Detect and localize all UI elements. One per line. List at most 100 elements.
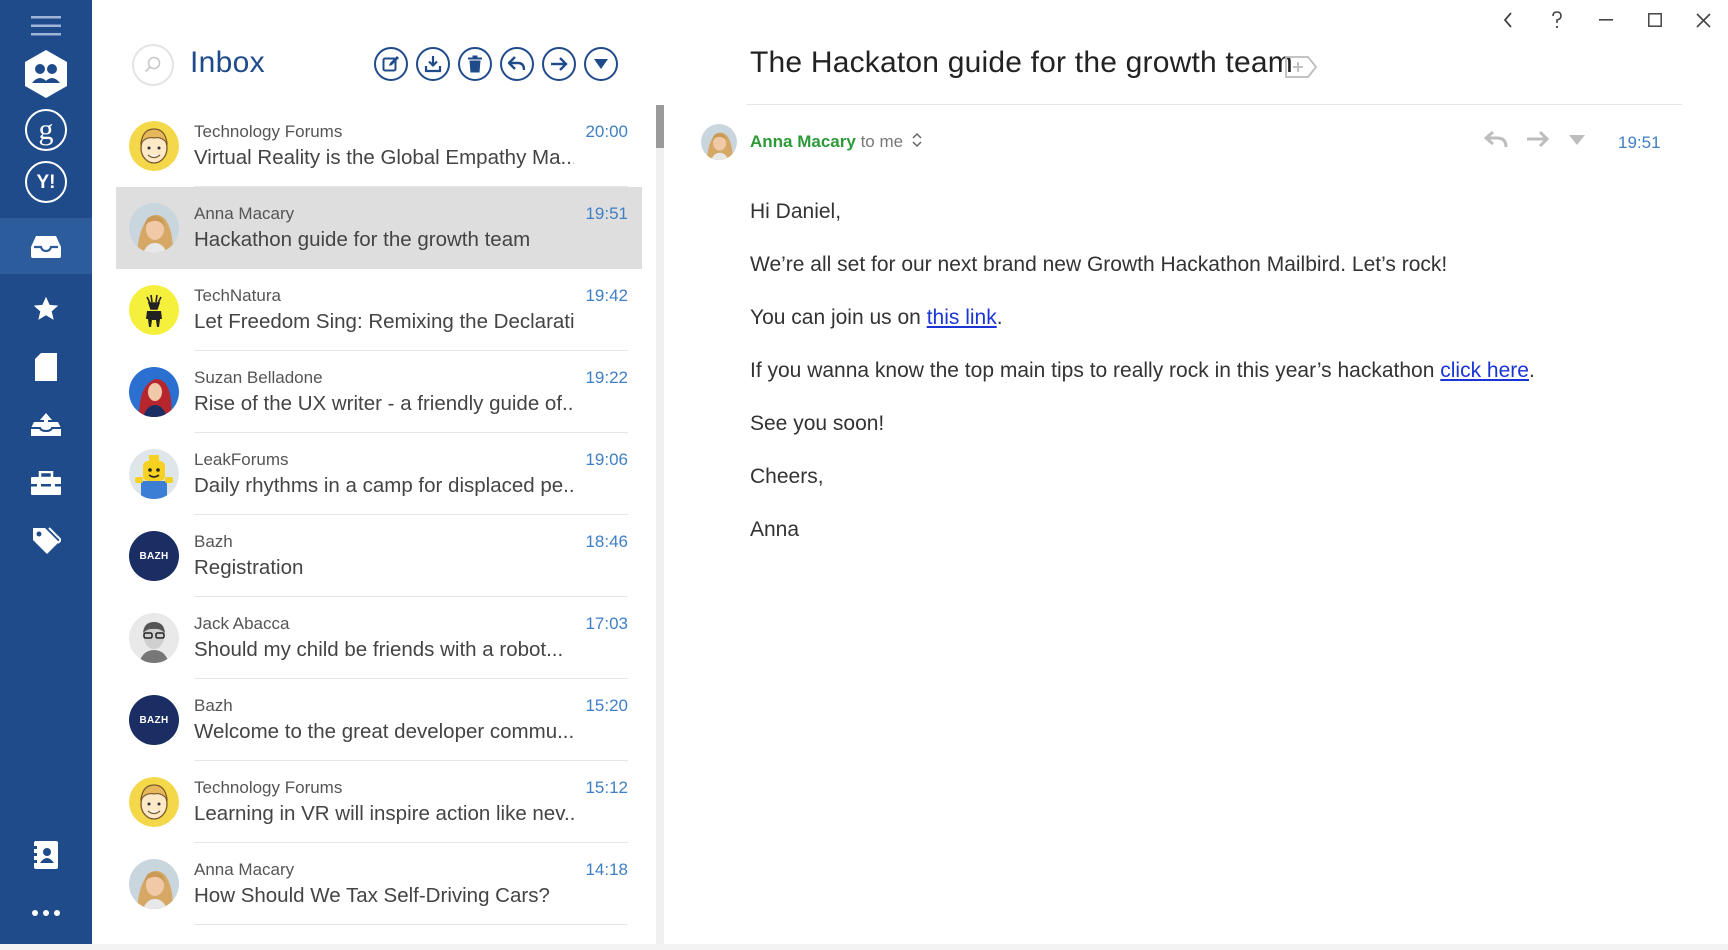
list-scrollbar[interactable] (656, 105, 664, 950)
sender: LeakForums (194, 450, 289, 469)
time: 18:46 (585, 532, 628, 551)
reply-icon[interactable] (500, 47, 534, 81)
list-item[interactable]: Anna Macary How Should We Tax Self-Drivi… (116, 843, 642, 925)
close-icon[interactable] (1679, 0, 1728, 40)
sent-icon[interactable] (0, 400, 92, 450)
more-icon[interactable] (0, 893, 92, 933)
message-body: Hi Daniel, We’re all set for our next br… (750, 200, 1535, 571)
avatar (129, 859, 179, 909)
body-text: You can join us on (750, 306, 927, 329)
subject: Hackathon guide for the growth team (194, 228, 531, 251)
toolbox-icon[interactable] (0, 458, 92, 508)
subject: How Should We Tax Self-Driving Cars? (194, 884, 550, 907)
sender: Jack Abacca (194, 614, 290, 633)
reading-pane: The Hackaton guide for the growth team A… (664, 0, 1728, 950)
divider (194, 924, 628, 925)
yahoo-account-glyph: Y! (25, 161, 67, 203)
avatar (129, 449, 179, 499)
body-line: If you wanna know the top main tips to r… (750, 359, 1535, 412)
join-link[interactable]: this link (927, 306, 997, 329)
contacts-icon[interactable] (0, 830, 92, 880)
time: 19:51 (585, 204, 628, 223)
list-item[interactable]: Technology Forums Virtual Reality is the… (116, 105, 642, 187)
body-line: See you soon! (750, 412, 885, 435)
dropdown-icon[interactable] (584, 47, 618, 81)
list-toolbar (374, 47, 618, 81)
list-item[interactable]: Jack Abacca Should my child be friends w… (116, 597, 642, 679)
sender-line: Anna Macary to me (750, 132, 922, 153)
time: 17:03 (585, 614, 628, 633)
add-label-icon[interactable] (1284, 55, 1318, 84)
sender: Technology Forums (194, 122, 343, 141)
delete-icon[interactable] (458, 47, 492, 81)
list-item[interactable]: BAZH Bazh Registration 18:46 (116, 515, 642, 597)
body-line: Cheers, (750, 465, 824, 488)
avatar (129, 367, 179, 417)
list-item[interactable]: Suzan Belladone Rise of the UX writer - … (116, 351, 642, 433)
list-item[interactable]: LeakForums Daily rhythms in a camp for d… (116, 433, 642, 515)
more-actions-icon[interactable] (1568, 133, 1586, 151)
inbox-icon[interactable] (0, 218, 92, 274)
star-icon[interactable] (0, 284, 92, 334)
download-icon[interactable] (416, 47, 450, 81)
sender-name[interactable]: Anna Macary (750, 132, 856, 151)
header-divider (746, 104, 1682, 105)
body-line: You can join us on this link. (750, 306, 1535, 359)
list-scrollbar-thumb[interactable] (656, 105, 664, 148)
forward-icon[interactable] (1526, 130, 1550, 153)
subject: Daily rhythms in a camp for displaced pe… (194, 474, 574, 497)
list-item-selected[interactable]: Anna Macary Hackathon guide for the grow… (116, 187, 642, 269)
document-icon[interactable] (0, 342, 92, 392)
time: 14:18 (585, 860, 628, 879)
avatar (701, 124, 737, 160)
body-text: . (1528, 359, 1535, 382)
google-account-icon[interactable]: g (0, 106, 92, 154)
sender: Anna Macary (194, 860, 295, 879)
tag-icon[interactable] (0, 516, 92, 568)
menu-icon[interactable] (0, 8, 92, 44)
minimize-icon[interactable] (1581, 0, 1630, 40)
subject: Virtual Reality is the Global Empathy Ma… (194, 146, 574, 169)
time: 15:20 (585, 696, 628, 715)
time: 19:22 (585, 368, 628, 387)
help-icon[interactable] (1532, 0, 1581, 40)
recipient: to me (860, 132, 904, 151)
subject: Welcome to the great developer commu... (194, 720, 574, 743)
time: 19:06 (585, 450, 628, 469)
sender: Bazh (194, 696, 233, 715)
folder-title: Inbox (190, 46, 265, 79)
back-icon[interactable] (1483, 0, 1532, 40)
yahoo-account-icon[interactable]: Y! (0, 158, 92, 206)
bottom-edge (0, 944, 1728, 950)
sidebar: g Y! (0, 0, 92, 950)
sender: Bazh (194, 532, 233, 551)
sender: Anna Macary (194, 204, 295, 223)
time: 20:00 (585, 122, 628, 141)
avatar (129, 121, 179, 171)
body-text: . (996, 306, 1003, 329)
subject: Should my child be friends with a robot.… (194, 638, 564, 661)
body-text: If you wanna know the top main tips to r… (750, 359, 1441, 382)
time: 19:42 (585, 286, 628, 305)
avatar (129, 203, 179, 253)
subject: Registration (194, 556, 304, 579)
body-signature: Anna (750, 518, 800, 541)
avatar: BAZH (129, 531, 179, 581)
list-item[interactable]: BAZH Bazh Welcome to the great developer… (116, 679, 642, 761)
avatar: BAZH (129, 695, 179, 745)
list-item[interactable]: TechNatura Let Freedom Sing: Remixing th… (116, 269, 642, 351)
tips-link[interactable]: click here (1440, 359, 1529, 382)
subject: Learning in VR will inspire action like … (194, 802, 574, 825)
reply-icon[interactable] (1483, 130, 1508, 153)
time: 15:12 (585, 778, 628, 797)
avatar (129, 285, 179, 335)
forward-icon[interactable] (542, 47, 576, 81)
message-subject: The Hackaton guide for the growth team (750, 46, 1293, 79)
list-item[interactable]: Technology Forums Learning in VR will in… (116, 761, 642, 843)
expand-recipients-icon[interactable] (912, 132, 922, 153)
people-icon[interactable] (0, 48, 92, 100)
body-greeting: Hi Daniel, (750, 200, 842, 223)
maximize-icon[interactable] (1630, 0, 1679, 40)
compose-icon[interactable] (374, 47, 408, 81)
search-icon[interactable] (132, 44, 174, 86)
